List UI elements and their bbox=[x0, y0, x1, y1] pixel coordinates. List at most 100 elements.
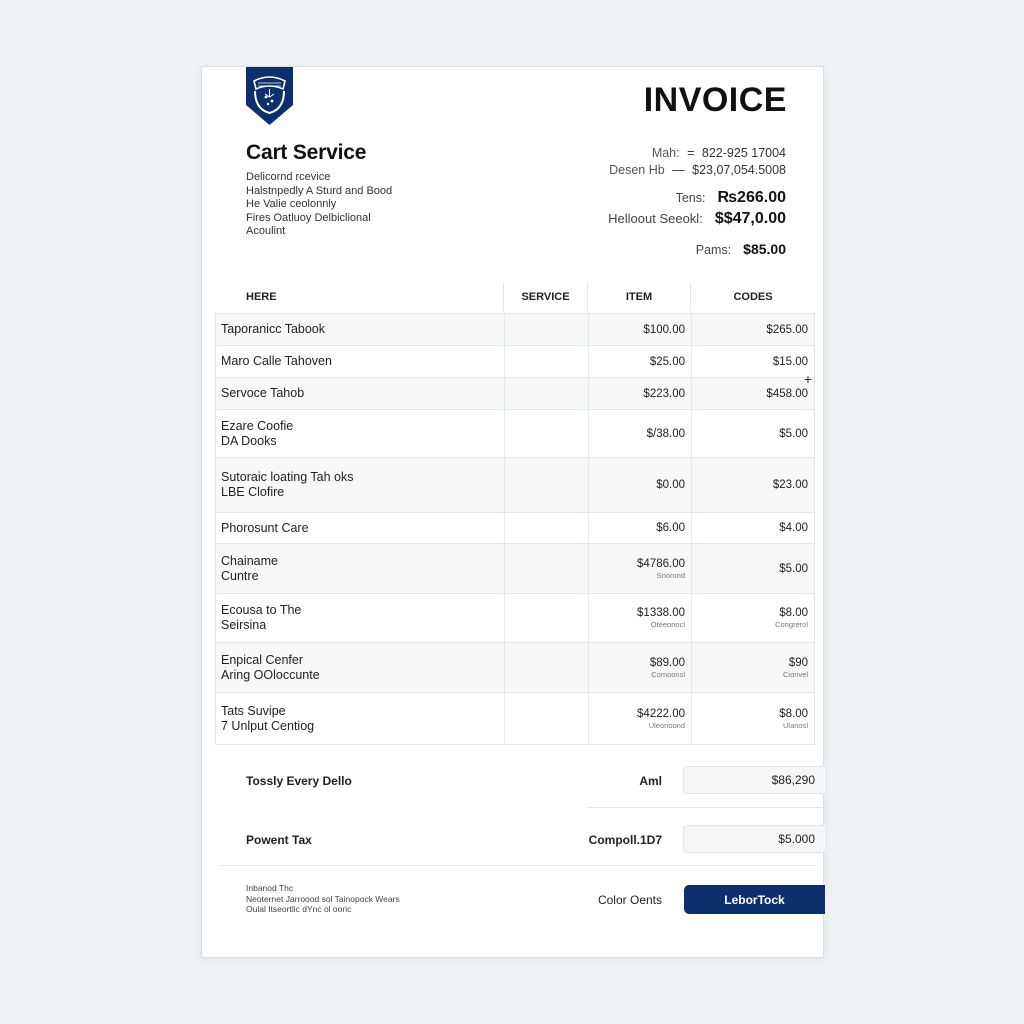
cell-description: Sutoraic loating Tah oks LBE Clofire bbox=[216, 458, 505, 512]
meta-row: Mah: = 822-925 17004 bbox=[609, 145, 786, 162]
table-row[interactable]: Tats Suvipe 7 Unlput Centiog $4222.00 Uleon… bbox=[216, 693, 814, 744]
table-row[interactable]: Ecousa to The Seirsina $1338.00 Oteeonocl $8… bbox=[216, 594, 814, 643]
table-row[interactable]: Chainame Cuntre $4786.00 Snorond $5.00 bbox=[216, 544, 814, 594]
footer-note: Neoternet Jarroood sol Tainopock Wears bbox=[246, 893, 400, 904]
invoice-meta: Mah: = 822-925 17004 Desen Hb — $23,07,0… bbox=[609, 145, 786, 179]
description-line: Chainame bbox=[221, 553, 278, 568]
cell-codes: $90 Cionvel bbox=[692, 643, 814, 692]
cell-item: $0.00 bbox=[589, 458, 692, 512]
cell-description: Servoce Tahob bbox=[216, 378, 505, 409]
cell-item-note: Snorond bbox=[656, 570, 685, 580]
table-row[interactable]: Enpical Cenfer Aring OOloccunte $89.00 Como… bbox=[216, 643, 814, 693]
meta-sep: — bbox=[672, 163, 685, 177]
cell-service bbox=[505, 513, 589, 543]
description-line: Ezare Coofie bbox=[221, 418, 294, 433]
cell-codes-note: Cionvel bbox=[782, 669, 808, 679]
header-total-row: Tens: ₨266.00 bbox=[608, 189, 786, 210]
meta-row: Desen Hb — $23,07,054.5008 bbox=[609, 162, 786, 179]
cell-service bbox=[505, 410, 589, 457]
footer-notes: Inbanod Thc Neoternet Jarroood sol Taino… bbox=[246, 883, 400, 915]
cell-service bbox=[505, 594, 589, 642]
table-row[interactable]: Maro Calle Tahoven $25.00 $15.00 bbox=[216, 346, 814, 378]
cell-item: $223.00 bbox=[589, 378, 692, 409]
cell-codes-value: $265.00 bbox=[766, 323, 808, 336]
cell-codes-note: Ulanosl bbox=[782, 720, 808, 730]
cell-service bbox=[505, 643, 589, 692]
table-row[interactable]: Taporanicc Tabook $100.00 $265.00 bbox=[216, 314, 814, 346]
cell-codes: $23.00 bbox=[692, 458, 814, 512]
meta-label: Desen Hb bbox=[609, 163, 665, 177]
cell-service bbox=[505, 458, 589, 512]
primary-action-button[interactable]: LeborTock bbox=[684, 885, 825, 914]
cell-item-value: $100.00 bbox=[643, 323, 685, 336]
column-header-item: ITEM bbox=[588, 283, 691, 311]
company-line: Delicornd rcevice bbox=[246, 171, 331, 183]
company-line: Halstnpedly A Sturd and Bood bbox=[246, 184, 393, 197]
cell-codes-value: $8.00 bbox=[779, 707, 808, 720]
cell-codes-value: $23.00 bbox=[772, 479, 808, 491]
table-row[interactable]: Ezare Coofie DA Dooks $/38.00 $5.00 bbox=[216, 410, 814, 458]
description-line: Enpical Cenfer bbox=[221, 652, 303, 667]
cell-codes: $5.00 bbox=[692, 410, 814, 457]
cell-codes-value: $4.00 bbox=[779, 522, 808, 534]
cell-item-value: $223.00 bbox=[643, 387, 685, 400]
meta-value: $23,07,054.5008 bbox=[692, 163, 786, 177]
cell-item-value: $4222.00 bbox=[637, 707, 685, 720]
footer-note: Inbanod Thc bbox=[246, 883, 294, 893]
cell-codes-value: $15.00 bbox=[772, 355, 808, 368]
divider bbox=[587, 807, 825, 808]
line-items-table: HERE SERVICE ITEM CODES Taporanicc Taboo… bbox=[215, 283, 815, 745]
cell-item-value: $0.00 bbox=[656, 479, 685, 491]
column-header-service: SERVICE bbox=[504, 283, 588, 311]
cell-codes: $15.00 bbox=[692, 346, 814, 377]
cell-codes: $4.00 bbox=[692, 513, 814, 543]
table-row[interactable]: Sutoraic loating Tah oks LBE Clofire $0.00… bbox=[216, 458, 814, 513]
cell-item-note: Uleonoond bbox=[648, 720, 685, 730]
description-line: LBE Clofire bbox=[221, 485, 285, 499]
cell-item: $25.00 bbox=[589, 346, 692, 377]
meta-label: Mah: bbox=[651, 146, 680, 160]
cell-codes-value: $458.00 bbox=[766, 387, 808, 400]
description-line: Taporanicc Tabook bbox=[221, 322, 326, 336]
description-line: Maro Calle Tahoven bbox=[221, 354, 332, 368]
cell-codes: $265.00 bbox=[692, 314, 814, 345]
cell-codes: $458.00 bbox=[692, 378, 814, 409]
cell-codes-value: $90 bbox=[788, 656, 808, 669]
description-line: Ecousa to The bbox=[221, 603, 302, 617]
cell-codes-value: $8.00 bbox=[779, 607, 808, 619]
cell-service bbox=[505, 378, 589, 409]
cell-service bbox=[505, 544, 589, 593]
header-total-value: ₨266.00 bbox=[717, 189, 786, 206]
table-row[interactable]: Servoce Tahob $223.00 $458.00 bbox=[216, 378, 814, 410]
header-total-value: $$47,0.00 bbox=[714, 210, 786, 227]
description-line: Tats Suvipe bbox=[221, 703, 286, 718]
header-total-value: $85.00 bbox=[743, 241, 786, 257]
footer-note: Oulal Itseortlic dYnc ol ooric bbox=[246, 904, 352, 914]
table-row[interactable]: Phorosunt Care $6.00 $4.00 bbox=[216, 513, 814, 544]
cell-item-value: $/38.00 bbox=[646, 427, 685, 440]
summary-tax-field[interactable]: $5.000 bbox=[683, 825, 825, 853]
company-address: Delicornd rcevice Halstnpedly A Sturd an… bbox=[246, 171, 392, 239]
summary-subtotal-field[interactable]: $86,290 bbox=[683, 766, 825, 794]
cell-codes: $8.00 Ulanosl bbox=[692, 693, 814, 744]
cell-codes-value: $5.00 bbox=[779, 562, 808, 575]
cell-description: Ecousa to The Seirsina bbox=[216, 594, 505, 642]
plus-icon[interactable]: + bbox=[804, 371, 812, 387]
summary-tax-value: $5.000 bbox=[778, 832, 815, 846]
cell-item: $100.00 bbox=[589, 314, 692, 345]
column-header-here: HERE bbox=[215, 283, 504, 311]
cell-description: Enpical Cenfer Aring OOloccunte bbox=[216, 643, 505, 692]
cell-codes: $5.00 bbox=[692, 544, 814, 593]
cell-description: Ezare Coofie DA Dooks bbox=[216, 410, 505, 457]
summary-tax-label: Compoll.1D7 bbox=[588, 833, 662, 847]
meta-sep: = bbox=[687, 146, 695, 160]
header-total-label: Helloout Seeokl: bbox=[608, 211, 703, 226]
header-totals: Tens: ₨266.00 Helloout Seeokl: $$47,0.00… bbox=[608, 189, 786, 257]
cell-service bbox=[505, 314, 589, 345]
shield-crest-icon bbox=[246, 67, 293, 125]
cell-item: $4222.00 Uleonoond bbox=[589, 693, 692, 744]
cell-item: $/38.00 bbox=[589, 410, 692, 457]
cell-item-note: Comoonsl bbox=[651, 669, 685, 679]
footer-label: Color Oents bbox=[597, 893, 662, 907]
description-line: Cuntre bbox=[221, 568, 259, 583]
